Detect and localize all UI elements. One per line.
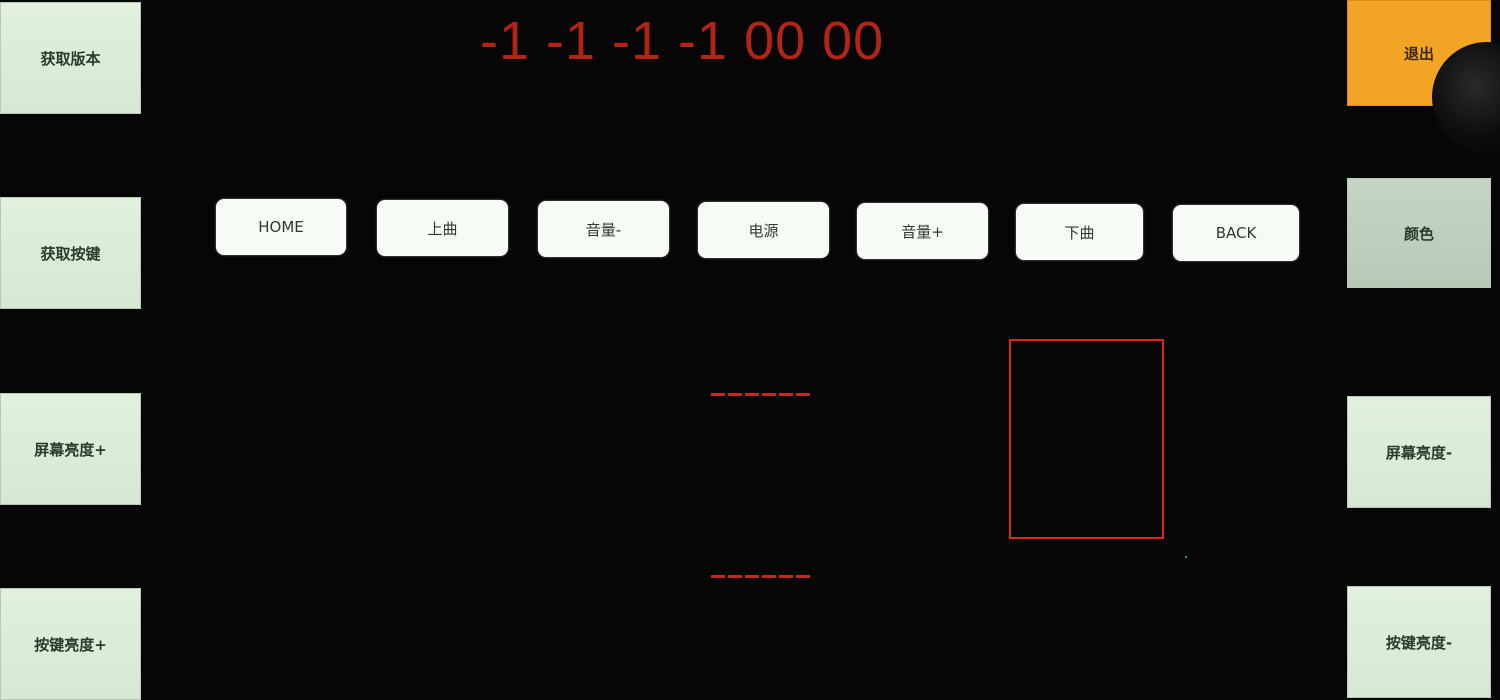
volume-down-key-button[interactable]: 音量- [538, 201, 669, 257]
back-key-button[interactable]: BACK [1173, 205, 1299, 261]
lower-dash-line [711, 575, 812, 578]
get-version-button[interactable]: 获取版本 [0, 2, 141, 114]
screen-brightness-up-button[interactable]: 屏幕亮度+ [0, 393, 141, 505]
prev-track-key-button[interactable]: 上曲 [377, 200, 508, 256]
color-button[interactable]: 颜色 [1347, 178, 1491, 288]
key-brightness-up-button[interactable]: 按键亮度+ [0, 588, 141, 700]
power-key-button[interactable]: 电源 [698, 202, 829, 258]
volume-up-key-button[interactable]: 音量+ [857, 203, 988, 259]
counter-readout: -1 -1 -1 -1 00 00 [480, 11, 885, 71]
indicator-dot [1185, 556, 1187, 558]
home-key-button[interactable]: HOME [216, 199, 346, 255]
next-track-key-button[interactable]: 下曲 [1016, 204, 1143, 260]
control-screen: 获取版本 获取按键 屏幕亮度+ 按键亮度+ 退出 颜色 屏幕亮度- 按键亮度- … [0, 0, 1500, 700]
key-brightness-down-button[interactable]: 按键亮度- [1347, 586, 1491, 698]
get-keys-button[interactable]: 获取按键 [0, 197, 141, 309]
upper-dash-line [711, 393, 812, 396]
touch-test-box [1009, 339, 1164, 539]
screen-brightness-down-button[interactable]: 屏幕亮度- [1347, 396, 1491, 508]
